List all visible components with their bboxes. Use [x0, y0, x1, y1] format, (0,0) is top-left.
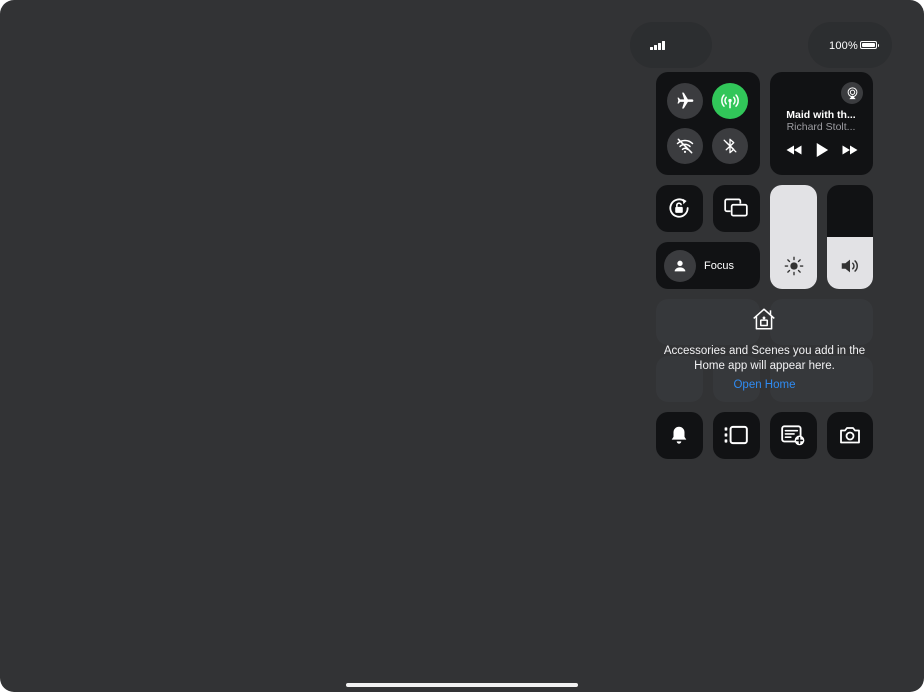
- camera-icon: [840, 427, 860, 444]
- cellular-data-toggle[interactable]: [712, 83, 748, 119]
- fast-forward-button[interactable]: [840, 141, 860, 159]
- stage-manager-button[interactable]: [713, 412, 760, 459]
- airplay-audio-icon: [847, 86, 857, 99]
- bluetooth-off-icon: [723, 138, 737, 154]
- home-empty-message: Accessories and Scenes you add in the Ho…: [663, 345, 866, 372]
- cellular-signal-icon: [650, 40, 666, 50]
- screen-mirroring-button[interactable]: [713, 185, 760, 232]
- sun-icon: [784, 256, 803, 276]
- focus-icon-circle: [664, 250, 696, 282]
- play-icon: [816, 143, 829, 157]
- focus-label: Focus: [704, 260, 734, 272]
- screen-mirroring-icon: [724, 198, 748, 217]
- quick-note-icon: [781, 425, 805, 446]
- now-playing-artist: Richard Stolt...: [786, 121, 856, 133]
- speaker-icon: [841, 259, 858, 273]
- open-home-link[interactable]: Open Home: [656, 379, 873, 391]
- play-button[interactable]: [812, 141, 832, 159]
- wifi-off-icon: [676, 138, 694, 154]
- brightness-slider[interactable]: [770, 185, 817, 289]
- fast-forward-icon: [842, 145, 858, 155]
- home-indicator[interactable]: [346, 683, 578, 687]
- bell-icon: [671, 426, 687, 444]
- quick-note-button[interactable]: [770, 412, 817, 459]
- stage-manager-icon: [724, 425, 748, 445]
- home-placeholder-tile: [656, 299, 760, 345]
- bluetooth-toggle[interactable]: [712, 128, 748, 164]
- camera-button[interactable]: [827, 412, 873, 459]
- rewind-icon: [786, 145, 802, 155]
- orientation-lock-button[interactable]: [656, 185, 703, 232]
- home-placeholder-tile: [770, 299, 873, 345]
- alarm-button[interactable]: [656, 412, 703, 459]
- airplane-icon: [677, 92, 694, 109]
- wifi-toggle[interactable]: [667, 128, 703, 164]
- airplay-button[interactable]: [841, 82, 863, 104]
- airplane-mode-toggle[interactable]: [667, 83, 703, 119]
- rewind-button[interactable]: [784, 141, 804, 159]
- home-icon: [753, 308, 775, 330]
- person-icon: [674, 260, 686, 272]
- orientation-lock-icon: [669, 198, 689, 218]
- battery-percent: 100%: [829, 40, 858, 52]
- status-bar-left: [630, 22, 712, 68]
- volume-slider[interactable]: [827, 185, 873, 289]
- battery-icon: [860, 41, 879, 49]
- ipad-screen: 100% Maid with th... Richard Stolt... Fo…: [0, 0, 924, 692]
- antenna-icon: [721, 94, 739, 109]
- now-playing-title: Maid with th...: [786, 109, 856, 121]
